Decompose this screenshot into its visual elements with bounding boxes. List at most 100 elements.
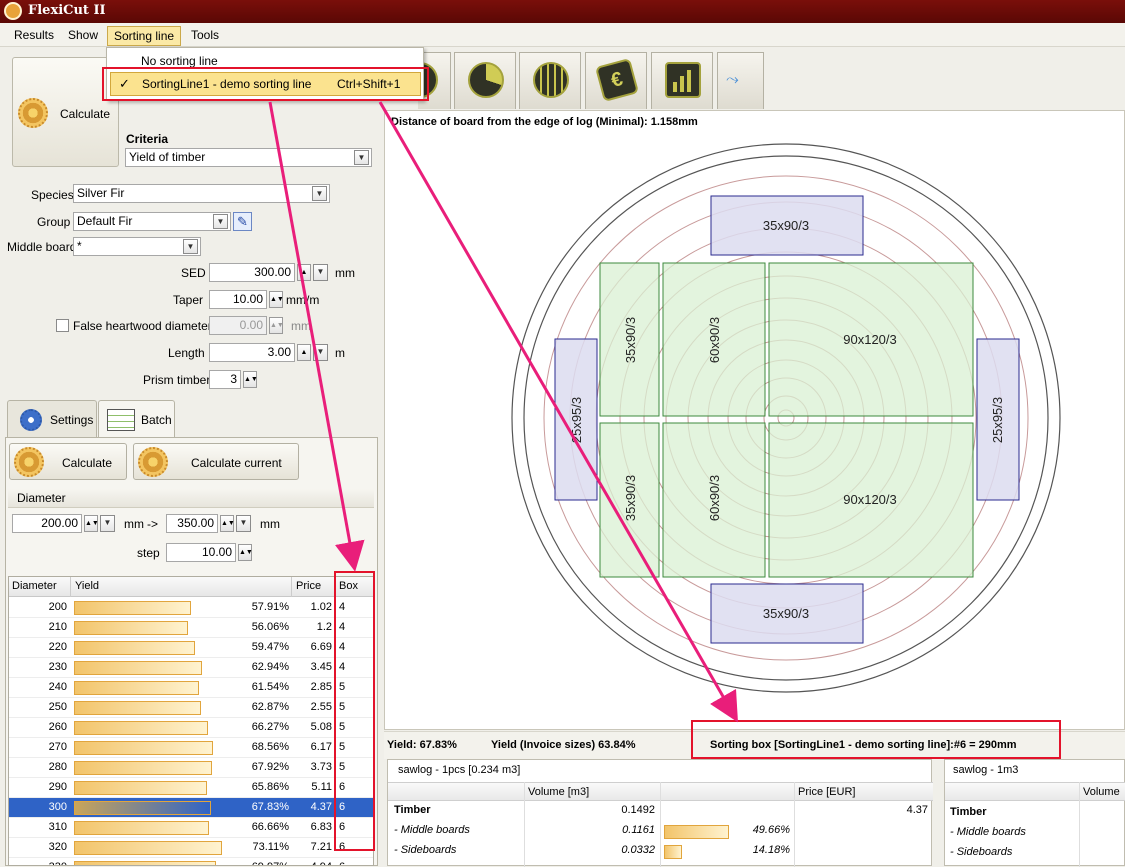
- menu-item-no-sorting-line[interactable]: No sorting line: [141, 54, 218, 68]
- spin-updown-icon[interactable]: ▲▼: [84, 515, 99, 532]
- table-row[interactable]: 270 68.56% 6.17 5: [9, 738, 373, 758]
- prism-timber-input[interactable]: 3: [209, 370, 241, 389]
- view-button-pie[interactable]: [454, 52, 516, 109]
- chevron-down-icon[interactable]: ▼: [100, 515, 115, 532]
- cell-price: 1.02: [310, 601, 332, 613]
- label-board-top: 35x90/3: [763, 218, 809, 233]
- cell-diameter: 240: [48, 681, 67, 693]
- cell-yield: 59.47%: [251, 641, 289, 653]
- false-heartwood-checkbox[interactable]: [56, 319, 69, 332]
- view-button-log[interactable]: [519, 52, 581, 109]
- group-select[interactable]: Default Fir ▼: [73, 212, 231, 231]
- cell-diameter: 260: [48, 721, 67, 733]
- sawlog-m3-title: sawlog - 1m3: [953, 764, 1019, 776]
- chevron-down-icon[interactable]: ▼: [354, 150, 369, 165]
- col-diameter[interactable]: Diameter: [12, 580, 57, 592]
- cell-diameter: 230: [48, 661, 67, 673]
- sed-label: SED: [181, 266, 206, 280]
- length-input[interactable]: 3.00: [209, 343, 295, 362]
- highlight-menu-item: [102, 67, 429, 101]
- menu-sorting-line[interactable]: Sorting line: [107, 26, 182, 46]
- cell-price: 3.73: [310, 761, 332, 773]
- spin-updown-icon[interactable]: ▲▼: [243, 371, 258, 388]
- log-diagram: 35x90/3 35x90/3 25x95/3 25x95/3 35x90/3 …: [511, 143, 1061, 693]
- spin-updown-icon[interactable]: ▲▼: [269, 317, 284, 334]
- menu-bar: Results Show Sorting line Tools: [0, 23, 1125, 47]
- col-yield[interactable]: Yield: [75, 580, 99, 592]
- chevron-down-icon[interactable]: ▼: [236, 515, 251, 532]
- col-price[interactable]: Price: [296, 580, 321, 592]
- table-row[interactable]: 230 62.94% 3.45 4: [9, 658, 373, 678]
- cell-diameter: 250: [48, 701, 67, 713]
- spin-up-icon[interactable]: ▲: [297, 344, 311, 361]
- diameter-from-input[interactable]: 200.00: [12, 514, 82, 533]
- species-value: Silver Fir: [77, 186, 125, 200]
- tab-settings[interactable]: Settings: [7, 400, 97, 438]
- tab-batch[interactable]: Batch: [98, 400, 175, 438]
- middle-board-select[interactable]: * ▼: [73, 237, 201, 256]
- chevron-down-icon[interactable]: ▼: [313, 344, 328, 361]
- spin-updown-icon[interactable]: ▲▼: [238, 544, 253, 561]
- spin-updown-icon[interactable]: ▲▼: [269, 291, 284, 308]
- cell-diameter: 280: [48, 761, 67, 773]
- view-button-chart[interactable]: [651, 52, 713, 109]
- criteria-label: Criteria: [126, 132, 169, 146]
- table-row[interactable]: 250 62.87% 2.55 5: [9, 698, 373, 718]
- yield-bar: [74, 821, 209, 835]
- prism-timber-label: Prism timber: [143, 373, 211, 387]
- label-board-c1-bottom: 35x90/3: [623, 475, 638, 521]
- cell-diameter: 210: [48, 621, 67, 633]
- chevron-down-icon[interactable]: ▼: [183, 239, 198, 254]
- batch-calculate-button[interactable]: Calculate: [9, 443, 127, 480]
- col-volume: Volume [m3]: [528, 786, 590, 798]
- table-row[interactable]: 300 67.83% 4.37 6: [9, 798, 373, 818]
- table-row[interactable]: 260 66.27% 5.08 5: [9, 718, 373, 738]
- br-row-timber: Timber: [950, 806, 987, 818]
- step-input[interactable]: 10.00: [166, 543, 236, 562]
- chevron-down-icon[interactable]: ▼: [213, 214, 228, 229]
- gear-icon: [18, 98, 48, 128]
- cell-yield: 65.86%: [251, 781, 289, 793]
- cell-yield: 62.94%: [251, 661, 289, 673]
- cell-yield: 66.66%: [251, 821, 289, 833]
- menu-tools[interactable]: Tools: [185, 26, 225, 46]
- cell-price: 6.83: [310, 821, 332, 833]
- chevron-down-icon[interactable]: ▼: [312, 186, 327, 201]
- table-row[interactable]: 280 67.92% 3.73 5: [9, 758, 373, 778]
- menu-results[interactable]: Results: [8, 26, 60, 46]
- chevron-down-icon[interactable]: ▼: [313, 264, 328, 281]
- diameter-to-input[interactable]: 350.00: [166, 514, 218, 533]
- table-row[interactable]: 310 66.66% 6.83 6: [9, 818, 373, 838]
- species-select[interactable]: Silver Fir ▼: [73, 184, 330, 203]
- false-heartwood-unit: mm: [291, 319, 311, 333]
- label-board-c2-bottom: 60x90/3: [707, 475, 722, 521]
- calculate-current-button[interactable]: Calculate current: [133, 443, 299, 480]
- table-row[interactable]: 240 61.54% 2.85 5: [9, 678, 373, 698]
- table-row[interactable]: 330 69.97%4.94 6: [9, 858, 373, 865]
- cell-yield: 73.11%: [252, 841, 290, 853]
- table-row[interactable]: 220 59.47% 6.69 4: [9, 638, 373, 658]
- menu-show[interactable]: Show: [62, 26, 104, 46]
- yield-bar: [74, 761, 212, 775]
- middle-board-value: *: [77, 239, 82, 253]
- cell-diameter: 220: [48, 641, 67, 653]
- spin-updown-icon[interactable]: ▲▼: [220, 515, 235, 532]
- calculate-label: Calculate: [60, 107, 111, 121]
- false-heartwood-input[interactable]: 0.00: [209, 316, 267, 335]
- batch-results-table[interactable]: Diameter Yield Price Box 200 57.91% 1.02 4 2…: [8, 576, 374, 866]
- edit-pencil-icon[interactable]: ✎: [233, 212, 252, 231]
- view-button-price[interactable]: €: [585, 52, 647, 109]
- bl-row-volume: 0.0332: [621, 844, 655, 856]
- bl-row-price: 4.37: [906, 804, 928, 816]
- table-row[interactable]: 290 65.86% 5.11 6: [9, 778, 373, 798]
- sed-input[interactable]: 300.00: [209, 263, 295, 282]
- table-row[interactable]: 320 73.11% 7.21 6: [9, 838, 373, 858]
- cell-diameter: 330: [9, 861, 67, 865]
- criteria-select[interactable]: Yield of timber ▼: [125, 148, 372, 167]
- view-button-lines[interactable]: ⤳: [717, 52, 764, 109]
- taper-input[interactable]: 10.00: [209, 290, 267, 309]
- table-row[interactable]: 200 57.91% 1.02 4: [9, 598, 373, 618]
- spin-up-icon[interactable]: ▲: [297, 264, 311, 281]
- table-row[interactable]: 210 56.06% 1.2 4: [9, 618, 373, 638]
- cell-yield: 57.91%: [251, 601, 289, 613]
